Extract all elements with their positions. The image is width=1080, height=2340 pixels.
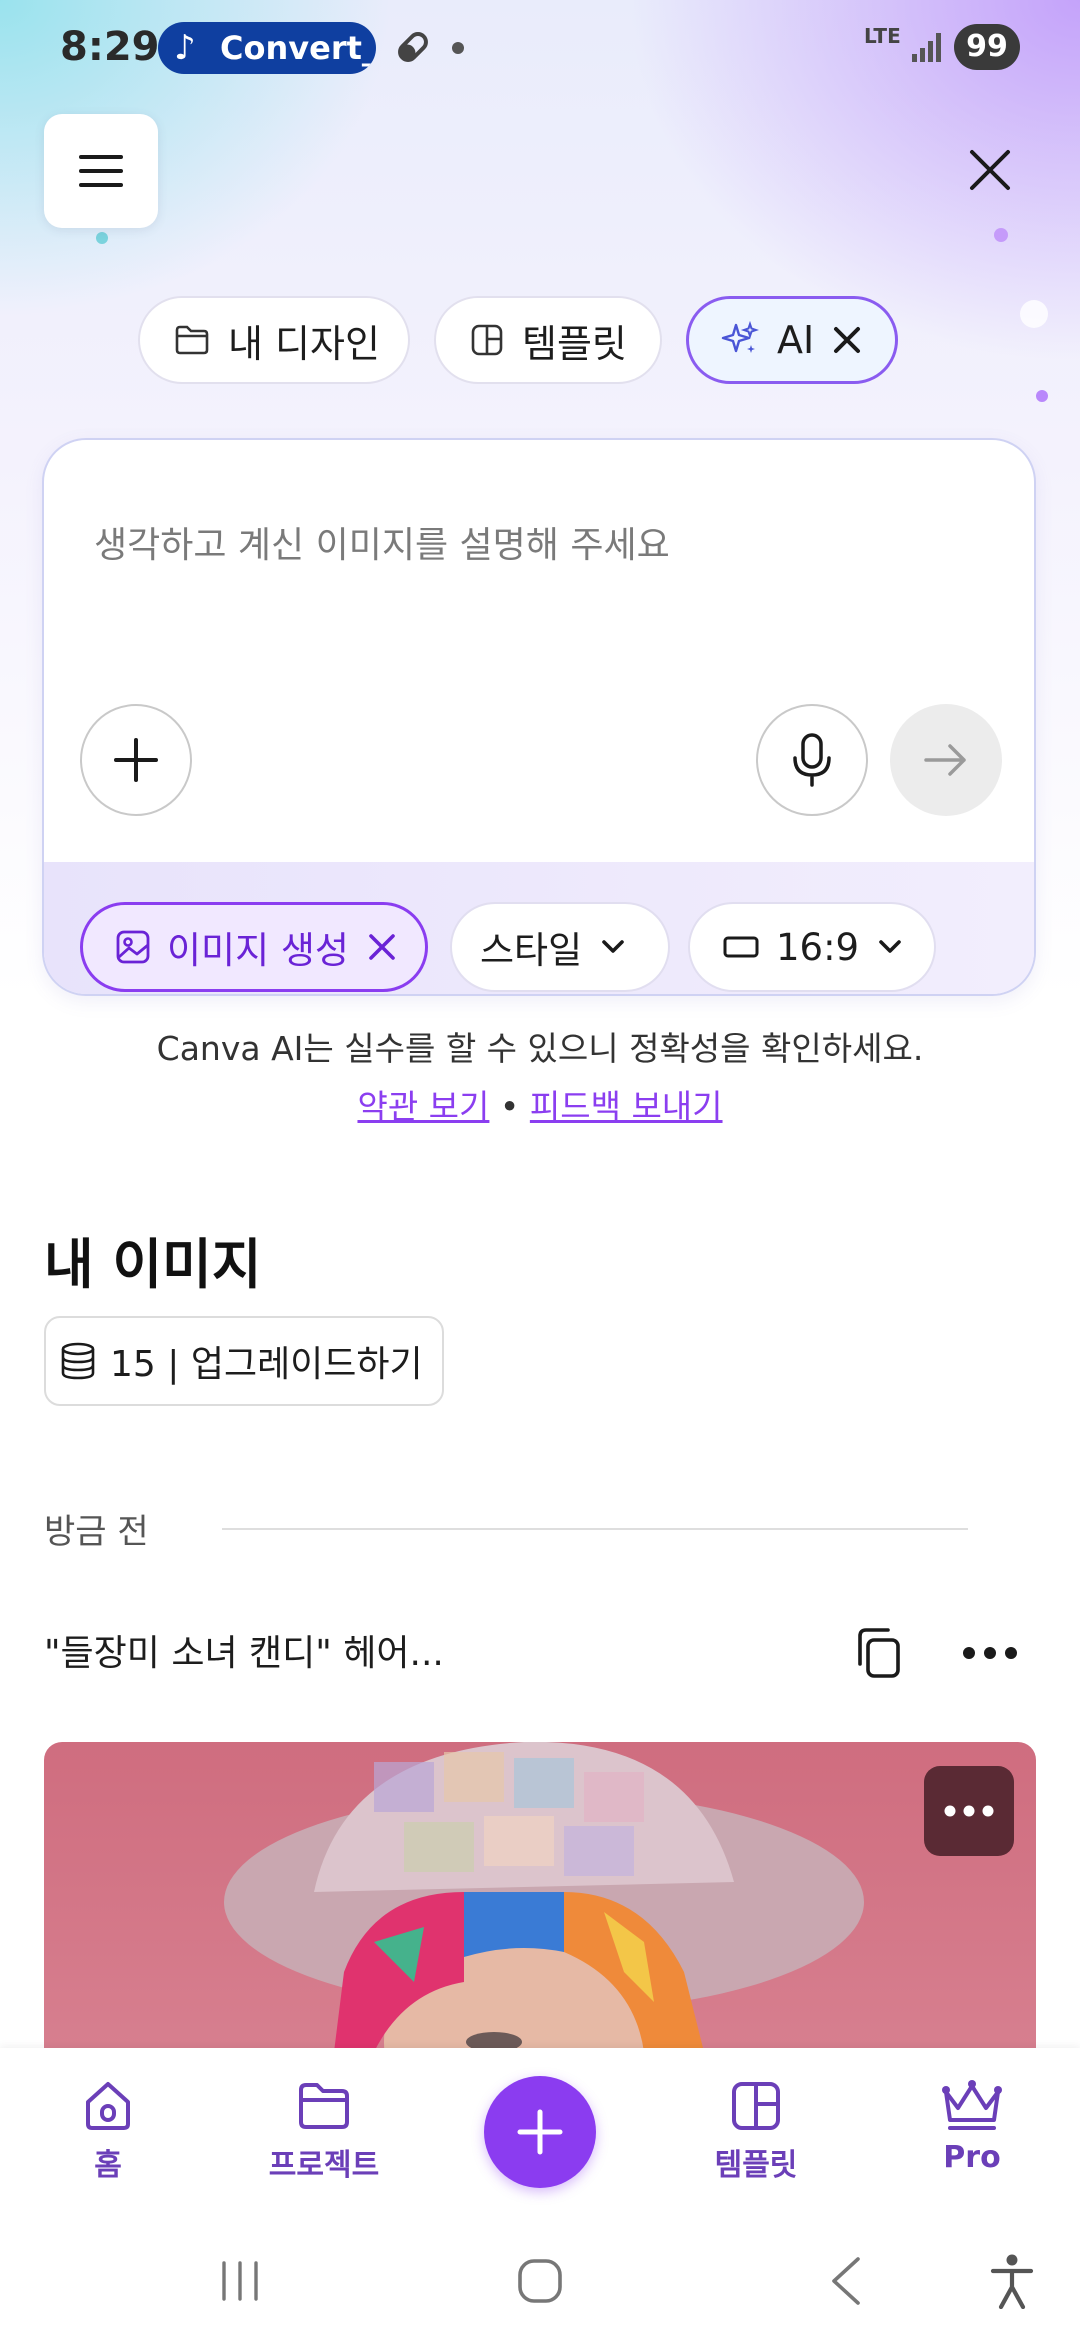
nav-pro[interactable]: Pro bbox=[892, 2078, 1052, 2175]
nav-pro-label: Pro bbox=[943, 2140, 1001, 2175]
template-icon bbox=[732, 2082, 780, 2130]
home-circle-icon bbox=[518, 2259, 562, 2303]
menu-button[interactable] bbox=[44, 114, 158, 228]
create-new-button[interactable] bbox=[484, 2076, 596, 2188]
chip-ai[interactable]: AI bbox=[686, 296, 898, 384]
add-attachment-button[interactable] bbox=[80, 704, 192, 816]
chevron-down-icon bbox=[600, 938, 626, 956]
sparkle-decoration bbox=[1036, 390, 1048, 402]
credits-upgrade-button[interactable]: 15 | 업그레이드하기 bbox=[44, 1316, 444, 1406]
credits-label: 15 | 업그레이드하기 bbox=[110, 1344, 423, 1385]
template-icon bbox=[470, 323, 504, 357]
pill-icon bbox=[392, 26, 434, 72]
close-icon bbox=[970, 150, 1010, 190]
signal-icon bbox=[910, 30, 944, 68]
prompt-input[interactable]: 생각하고 계신 이미지를 설명해 주세요 bbox=[94, 516, 670, 568]
terms-link[interactable]: 약관 보기 bbox=[357, 1087, 489, 1126]
aspect-ratio-dropdown[interactable]: 16:9 bbox=[688, 902, 936, 992]
portrait-illustration bbox=[224, 1742, 864, 2052]
status-time: 8:29 bbox=[60, 24, 160, 70]
legal-links: 약관 보기 • 피드백 보내기 bbox=[0, 1080, 1080, 1128]
time-group-label: 방금 전 bbox=[44, 1512, 149, 1552]
network-type: LTE bbox=[864, 24, 901, 48]
style-label: 스타일 bbox=[480, 929, 583, 972]
image-generate-label: 이미지 생성 bbox=[167, 929, 349, 972]
folder-icon bbox=[174, 324, 210, 356]
image-more-button[interactable] bbox=[924, 1766, 1014, 1856]
image-item-title[interactable]: "들장미 소녀 캔디" 헤어... bbox=[44, 1624, 444, 1676]
nav-templates-label: 템플릿 bbox=[714, 2148, 798, 2183]
chevron-down-icon bbox=[877, 938, 903, 956]
ai-disclaimer: Canva AI는 실수를 할 수 있으니 정확성을 확인하세요. bbox=[156, 1029, 924, 1068]
more-horizontal-icon bbox=[963, 1647, 1017, 1659]
close-icon[interactable] bbox=[832, 325, 862, 355]
plus-icon bbox=[114, 738, 158, 782]
folder-icon bbox=[299, 2083, 349, 2129]
coins-icon bbox=[58, 1341, 98, 1381]
notification-dot-icon bbox=[452, 42, 464, 54]
aspect-ratio-icon bbox=[722, 934, 760, 960]
chip-ai-label: AI bbox=[777, 318, 815, 362]
battery-indicator: 99 bbox=[954, 24, 1020, 70]
home-icon bbox=[86, 2082, 130, 2130]
close-button[interactable] bbox=[960, 140, 1020, 200]
prompt-card: 생각하고 계신 이미지를 설명해 주세요 이미지 생성 스타일 16:9 bbox=[42, 438, 1036, 996]
nav-home-label: 홈 bbox=[94, 2148, 122, 2183]
divider bbox=[222, 1528, 968, 1530]
more-horizontal-icon bbox=[944, 1805, 994, 1817]
sparkle-decoration bbox=[994, 228, 1008, 242]
voice-input-button[interactable] bbox=[756, 704, 868, 816]
system-navigation-bar bbox=[0, 2222, 1080, 2340]
media-pill-text: Convert_2 bbox=[220, 29, 376, 67]
aspect-ratio-label: 16:9 bbox=[776, 925, 860, 969]
media-pill[interactable]: ♪ Convert_2 bbox=[158, 22, 376, 74]
feedback-link[interactable]: 피드백 보내기 bbox=[530, 1087, 723, 1126]
recent-apps-icon bbox=[222, 2261, 258, 2301]
status-bar: 8:29 ♪ Convert_2 LTE 99 bbox=[0, 0, 1080, 96]
arrow-right-icon bbox=[924, 744, 966, 776]
copy-icon bbox=[858, 1628, 900, 1678]
accessibility-button[interactable] bbox=[972, 2246, 1052, 2316]
close-icon[interactable] bbox=[367, 932, 397, 962]
back-button[interactable] bbox=[806, 2246, 886, 2316]
crown-icon bbox=[942, 2080, 1002, 2130]
image-generate-chip[interactable]: 이미지 생성 bbox=[80, 902, 428, 992]
chip-my-design-label: 내 디자인 bbox=[228, 321, 380, 366]
link-separator: • bbox=[499, 1087, 520, 1126]
chip-my-design[interactable]: 내 디자인 bbox=[138, 296, 410, 384]
plus-icon bbox=[517, 2109, 563, 2155]
nav-templates[interactable]: 템플릿 bbox=[676, 2078, 836, 2184]
hamburger-icon bbox=[79, 155, 123, 187]
bottom-navigation: 홈 프로젝트 템플릿 Pro bbox=[0, 2048, 1080, 2222]
image-icon bbox=[115, 929, 151, 965]
section-title: 내 이미지 bbox=[44, 1233, 262, 1296]
nav-projects-label: 프로젝트 bbox=[268, 2148, 380, 2183]
chip-template[interactable]: 템플릿 bbox=[434, 296, 662, 384]
sparkle-decoration bbox=[1020, 300, 1048, 328]
recent-apps-button[interactable] bbox=[200, 2246, 280, 2316]
music-note-icon: ♪ bbox=[174, 28, 196, 68]
generated-image[interactable] bbox=[44, 1742, 1036, 2052]
accessibility-icon bbox=[990, 2254, 1034, 2309]
copy-prompt-button[interactable] bbox=[846, 1620, 912, 1686]
chip-template-label: 템플릿 bbox=[522, 321, 627, 366]
more-options-button[interactable] bbox=[952, 1620, 1028, 1686]
microphone-icon bbox=[793, 733, 831, 787]
send-button[interactable] bbox=[890, 704, 1002, 816]
nav-projects[interactable]: 프로젝트 bbox=[244, 2078, 404, 2184]
back-icon bbox=[832, 2257, 860, 2305]
home-system-button[interactable] bbox=[500, 2246, 580, 2316]
nav-home[interactable]: 홈 bbox=[28, 2078, 188, 2184]
sparkle-decoration bbox=[96, 232, 108, 244]
sparkle-icon bbox=[721, 321, 759, 359]
style-dropdown[interactable]: 스타일 bbox=[450, 902, 670, 992]
